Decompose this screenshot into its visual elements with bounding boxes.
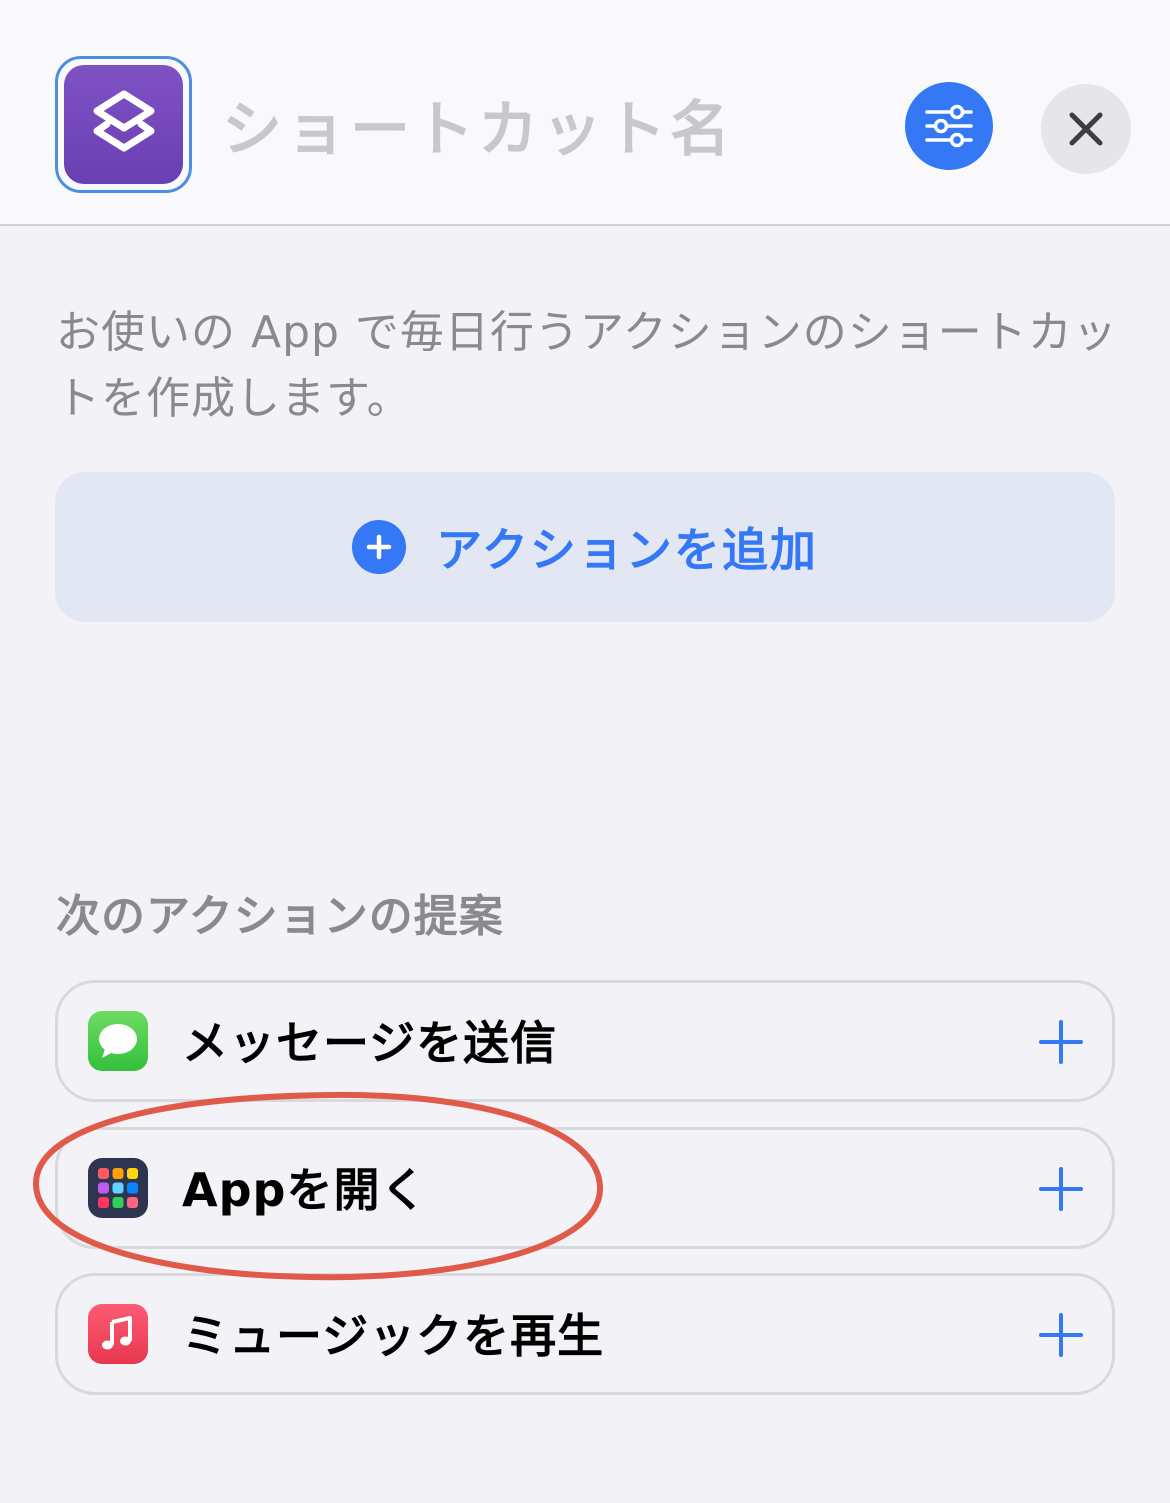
suggestions-title: 次のアクションの提案 xyxy=(56,891,504,942)
settings-button[interactable] xyxy=(905,82,993,170)
sliders-icon xyxy=(925,104,973,148)
add-action-button[interactable]: アクションを追加 xyxy=(55,472,1115,622)
suggestion-open-app[interactable]: Appを開く xyxy=(55,1127,1115,1249)
suggestion-label: Appを開く xyxy=(182,1163,428,1217)
shortcuts-icon xyxy=(64,65,183,184)
close-button[interactable] xyxy=(1041,84,1131,174)
messages-icon xyxy=(88,1011,148,1071)
header: ショートカット名 xyxy=(0,0,1170,226)
plus-icon[interactable] xyxy=(1038,1312,1084,1358)
suggestion-send-message[interactable]: メッセージを送信 xyxy=(55,980,1115,1102)
shortcut-editor: ショートカット名 お使いの App で毎日行うアクションのショートカットを作成し… xyxy=(0,0,1170,1503)
plus-circle-icon xyxy=(352,520,407,574)
suggestion-label: メッセージを送信 xyxy=(182,1016,558,1070)
suggestion-play-music[interactable]: ミュージックを再生 xyxy=(55,1273,1115,1395)
music-icon xyxy=(88,1304,148,1364)
close-icon xyxy=(1069,112,1103,146)
suggestion-label: ミュージックを再生 xyxy=(182,1309,605,1363)
shortcut-icon-button[interactable] xyxy=(55,56,192,193)
plus-icon[interactable] xyxy=(1038,1166,1084,1212)
description-text: お使いの App で毎日行うアクションのショートカットを作成します。 xyxy=(56,307,1118,424)
plus-icon[interactable] xyxy=(1038,1019,1084,1065)
add-action-label: アクションを追加 xyxy=(436,523,818,577)
app-grid-icon xyxy=(88,1158,148,1218)
shortcut-name-input[interactable]: ショートカット名 xyxy=(222,90,734,170)
